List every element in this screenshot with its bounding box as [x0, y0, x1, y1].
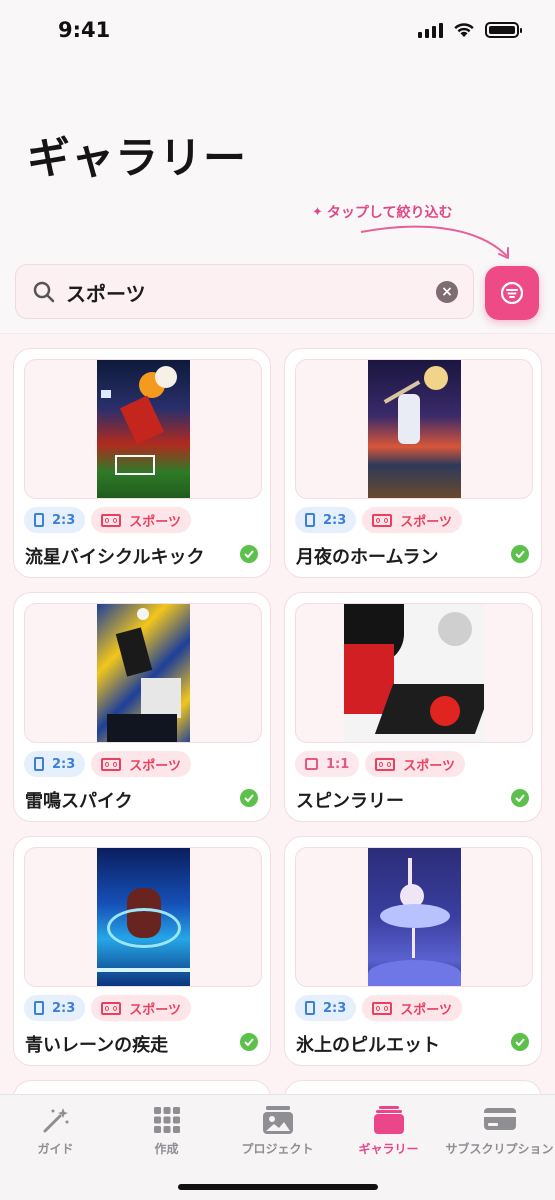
magic-wand-icon — [43, 1108, 68, 1133]
check-icon — [240, 545, 258, 563]
ratio-badge: 2:3 — [24, 507, 86, 533]
gallery-card[interactable]: 2:3 スポーツ 雷鳴スパイク — [13, 592, 271, 822]
gallery-card[interactable]: 1:1 スポーツ スピンラリー — [284, 592, 542, 822]
category-badge: スポーツ — [362, 507, 463, 533]
category-badge: スポーツ — [91, 507, 192, 533]
search-bar[interactable]: × — [15, 264, 474, 319]
portrait-ratio-icon — [34, 513, 44, 527]
photo-stack-icon — [262, 1106, 293, 1134]
square-ratio-icon — [305, 758, 318, 770]
ratio-badge: 2:3 — [24, 995, 86, 1021]
tab-create[interactable]: 作成 — [111, 1095, 222, 1175]
grid-icon — [153, 1107, 180, 1133]
category-badge: スポーツ — [91, 995, 192, 1021]
battery-icon — [485, 22, 522, 38]
portrait-ratio-icon — [305, 513, 315, 527]
ratio-badge: 2:3 — [295, 507, 357, 533]
filter-button[interactable] — [485, 266, 539, 320]
status-time: 9:41 — [58, 18, 111, 42]
artwork-thumbnail — [367, 360, 461, 498]
tab-projects[interactable]: プロジェクト — [222, 1095, 333, 1175]
artwork-thumbnail — [96, 604, 190, 742]
category-badge: スポーツ — [362, 995, 463, 1021]
card-title: 青いレーンの疾走 — [25, 1035, 169, 1056]
card-image-frame — [295, 847, 533, 987]
portrait-ratio-icon — [34, 757, 44, 771]
artwork-thumbnail — [96, 848, 190, 986]
stadium-icon — [101, 1001, 122, 1015]
stadium-icon — [372, 1001, 393, 1015]
stadium-icon — [375, 757, 396, 771]
card-image-frame — [24, 847, 262, 987]
gallery-stack-icon — [373, 1106, 404, 1134]
page-title: ギャラリー — [27, 134, 247, 184]
portrait-ratio-icon — [34, 1001, 44, 1015]
stadium-icon — [372, 513, 393, 527]
curved-arrow-icon — [360, 225, 509, 259]
gallery-card[interactable]: 2:3 スポーツ 流星バイシクルキック — [13, 348, 271, 578]
artwork-thumbnail — [367, 848, 461, 986]
check-icon — [240, 1033, 258, 1051]
ratio-badge: 2:3 — [24, 751, 86, 777]
status-bar: 9:41 — [0, 0, 555, 60]
portrait-ratio-icon — [305, 1001, 315, 1015]
card-image-frame — [295, 359, 533, 499]
artwork-thumbnail — [344, 604, 484, 742]
tab-gallery[interactable]: ギャラリー — [333, 1095, 444, 1175]
check-icon — [511, 789, 529, 807]
artwork-thumbnail — [96, 360, 190, 498]
status-icons — [418, 22, 522, 38]
check-icon — [511, 1033, 529, 1051]
wifi-icon — [454, 23, 474, 37]
credit-card-icon — [483, 1108, 516, 1130]
check-icon — [511, 545, 529, 563]
category-badge: スポーツ — [365, 751, 466, 777]
card-image-frame — [24, 359, 262, 499]
card-title: 流星バイシクルキック — [25, 547, 205, 568]
card-title: スピンラリー — [296, 791, 404, 812]
card-image-frame — [24, 603, 262, 743]
search-icon — [33, 281, 55, 303]
home-indicator — [178, 1184, 378, 1190]
card-title: 雷鳴スパイク — [25, 791, 133, 812]
card-title: 月夜のホームラン — [296, 547, 439, 568]
category-badge: スポーツ — [91, 751, 192, 777]
card-title: 氷上のピルエット — [296, 1035, 440, 1056]
gallery-card[interactable]: 2:3 スポーツ 氷上のピルエット — [284, 836, 542, 1066]
filter-icon — [500, 281, 524, 305]
clear-search-button[interactable]: × — [436, 281, 458, 303]
gallery-card[interactable]: 2:3 スポーツ 月夜のホームラン — [284, 348, 542, 578]
ratio-badge: 2:3 — [295, 995, 357, 1021]
stadium-icon — [101, 513, 122, 527]
search-input[interactable] — [66, 277, 426, 307]
sparkle-icon: ✦ — [312, 204, 323, 220]
cellular-signal-icon — [418, 22, 443, 38]
check-icon — [240, 789, 258, 807]
card-image-frame — [295, 603, 533, 743]
gallery-card[interactable]: 2:3 スポーツ 青いレーンの疾走 — [13, 836, 271, 1066]
tab-subscription[interactable]: サブスクリプション — [444, 1095, 555, 1175]
tab-guide[interactable]: ガイド — [0, 1095, 111, 1175]
ratio-badge: 1:1 — [295, 751, 360, 777]
stadium-icon — [101, 757, 122, 771]
